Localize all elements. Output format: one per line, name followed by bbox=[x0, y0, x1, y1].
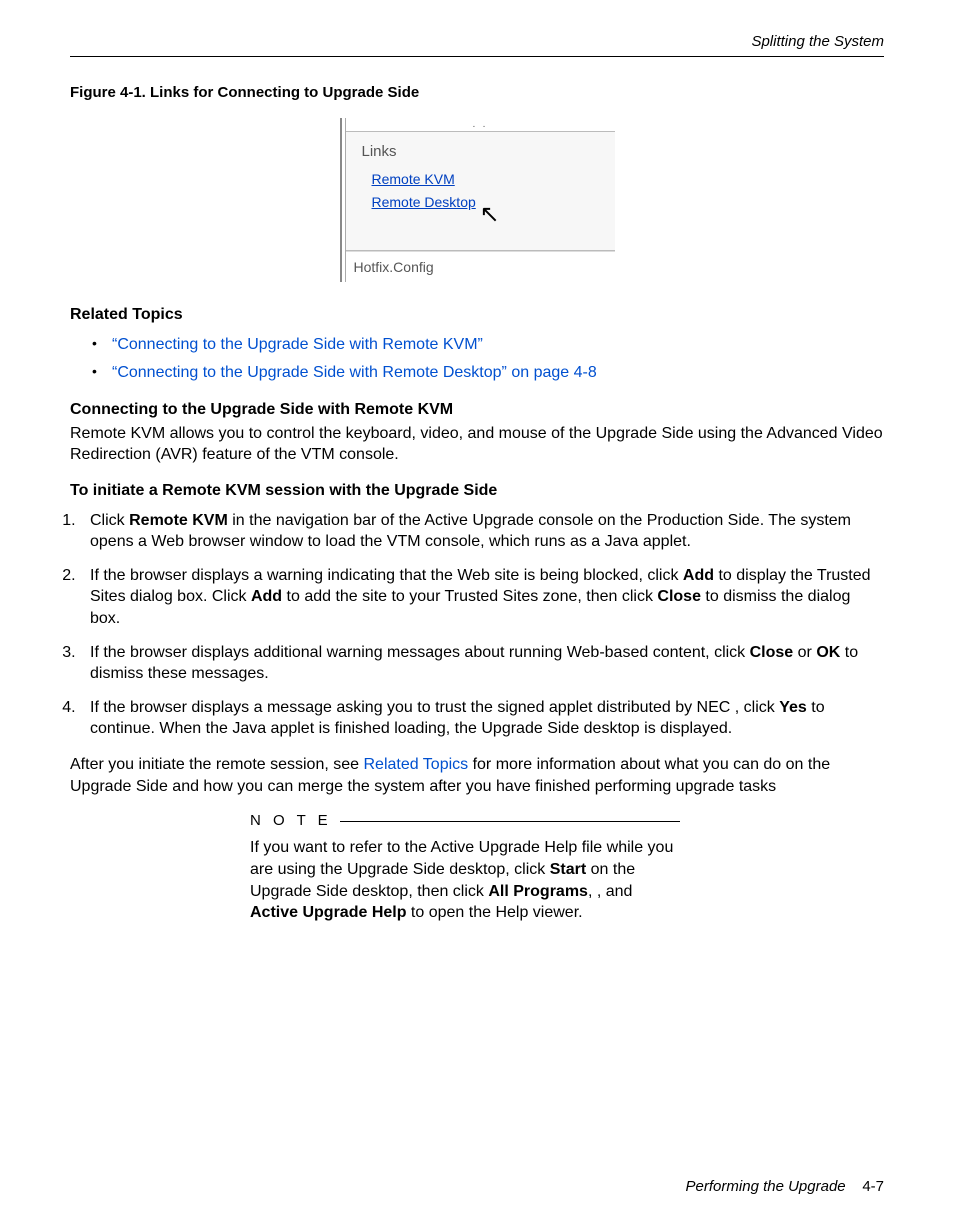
step-text: If the browser displays a warning indica… bbox=[90, 567, 683, 584]
step-bold: Close bbox=[750, 644, 794, 661]
page-footer: Performing the Upgrade 4-7 bbox=[686, 1177, 884, 1197]
step-text: If the browser displays additional warni… bbox=[90, 644, 750, 661]
after-text: After you initiate the remote session, s… bbox=[70, 756, 363, 773]
figure-links-panel: Links Remote KVM Remote Desktop ↖ bbox=[346, 132, 615, 251]
running-header: Splitting the System bbox=[70, 32, 884, 52]
header-rule bbox=[70, 56, 884, 57]
step-bold: Remote KVM bbox=[129, 512, 228, 529]
step-bold: Close bbox=[657, 588, 701, 605]
step-2: If the browser displays a warning indica… bbox=[80, 565, 884, 630]
step-text: to add the site to your Trusted Sites zo… bbox=[282, 588, 657, 605]
step-bold: OK bbox=[816, 644, 840, 661]
steps-list: Click Remote KVM in the navigation bar o… bbox=[70, 510, 884, 740]
step-text: Click bbox=[90, 512, 129, 529]
step-bold: Add bbox=[683, 567, 714, 584]
step-3: If the browser displays additional warni… bbox=[80, 642, 884, 685]
figure-status-bar: Hotfix.Config bbox=[346, 251, 615, 283]
figure-caption: Figure 4-1. Links for Connecting to Upgr… bbox=[70, 83, 884, 103]
step-text: or bbox=[793, 644, 816, 661]
step-bold: Add bbox=[251, 588, 282, 605]
note-block: N O T E If you want to refer to the Acti… bbox=[250, 811, 680, 924]
note-bold: Start bbox=[550, 861, 586, 878]
related-topics-link-inline[interactable]: Related Topics bbox=[363, 756, 468, 773]
note-rule bbox=[340, 821, 680, 822]
note-text: , , and bbox=[588, 883, 632, 900]
figure-links-heading: Links bbox=[362, 142, 601, 162]
step-4: If the browser displays a message asking… bbox=[80, 697, 884, 740]
related-topic-item: “Connecting to the Upgrade Side with Rem… bbox=[96, 362, 884, 384]
step-1: Click Remote KVM in the navigation bar o… bbox=[80, 510, 884, 553]
related-topics-list: “Connecting to the Upgrade Side with Rem… bbox=[70, 334, 884, 383]
paragraph-after: After you initiate the remote session, s… bbox=[70, 754, 884, 797]
figure-image: · · Links Remote KVM Remote Desktop ↖ Ho… bbox=[70, 118, 884, 283]
paragraph: Remote KVM allows you to control the key… bbox=[70, 423, 884, 466]
footer-title: Performing the Upgrade bbox=[686, 1178, 846, 1195]
note-bold: All Programs bbox=[488, 883, 588, 900]
note-bold: Active Upgrade Help bbox=[250, 904, 406, 921]
related-topics-heading: Related Topics bbox=[70, 304, 884, 326]
related-topic-item: “Connecting to the Upgrade Side with Rem… bbox=[96, 334, 884, 356]
note-body: If you want to refer to the Active Upgra… bbox=[250, 837, 680, 923]
note-text: to open the Help viewer. bbox=[406, 904, 582, 921]
related-topic-link-1[interactable]: “Connecting to the Upgrade Side with Rem… bbox=[112, 336, 483, 353]
step-text: If the browser displays a message asking… bbox=[90, 699, 779, 716]
step-bold: Yes bbox=[779, 699, 807, 716]
footer-page: 4-7 bbox=[862, 1178, 884, 1195]
related-topic-link-2[interactable]: “Connecting to the Upgrade Side with Rem… bbox=[112, 364, 597, 381]
subheading-initiate-session: To initiate a Remote KVM session with th… bbox=[70, 480, 884, 502]
subheading-remote-kvm: Connecting to the Upgrade Side with Remo… bbox=[70, 399, 884, 421]
cursor-icon: ↖ bbox=[480, 203, 500, 227]
figure-link-remote-kvm[interactable]: Remote KVM bbox=[372, 170, 601, 189]
note-label: N O T E bbox=[250, 811, 340, 831]
